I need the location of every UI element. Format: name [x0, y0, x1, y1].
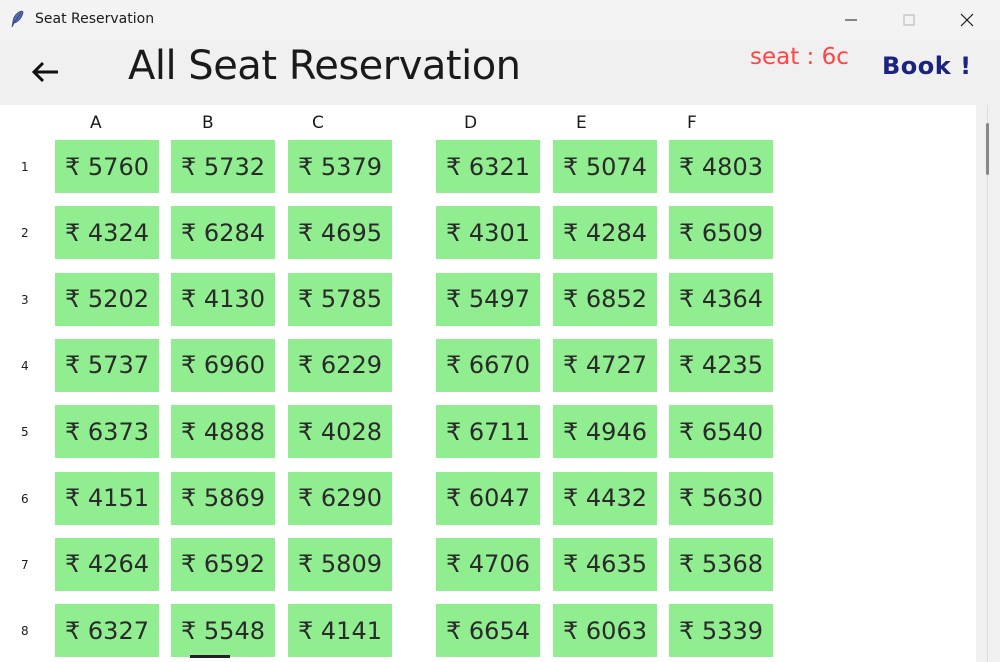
seat-button-6b[interactable]: ₹ 5869: [171, 471, 275, 525]
seat-button-6d[interactable]: ₹ 6047: [436, 471, 540, 525]
seat-button-3f[interactable]: ₹ 4364: [669, 272, 773, 326]
close-icon: [960, 13, 974, 27]
scroll-thumb[interactable]: [986, 123, 989, 175]
page-title: All Seat Reservation: [128, 43, 521, 89]
seat-button-8f[interactable]: ₹ 5339: [669, 604, 773, 658]
back-arrow-icon: [31, 61, 58, 83]
seat-button-4b[interactable]: ₹ 6960: [171, 338, 275, 392]
seat-button-4a[interactable]: ₹ 5737: [55, 338, 159, 392]
maximize-icon: [903, 14, 915, 26]
seat-button-5e[interactable]: ₹ 4946: [553, 405, 657, 459]
row-number-3: 3: [21, 292, 29, 307]
seat-button-3a[interactable]: ₹ 5202: [55, 272, 159, 326]
seat-button-2d[interactable]: ₹ 4301: [436, 206, 540, 260]
close-button[interactable]: [938, 0, 996, 39]
seat-button-8a[interactable]: ₹ 6327: [55, 604, 159, 658]
seat-button-2a[interactable]: ₹ 4324: [55, 206, 159, 260]
seat-button-6c[interactable]: ₹ 6290: [288, 471, 392, 525]
seat-button-1c[interactable]: ₹ 5379: [288, 140, 392, 193]
seat-button-5b[interactable]: ₹ 4888: [171, 405, 275, 459]
seat-button-4e[interactable]: ₹ 4727: [553, 338, 657, 392]
column-header-e: E: [576, 113, 587, 133]
seat-button-7c[interactable]: ₹ 5809: [288, 537, 392, 591]
row-number-7: 7: [21, 557, 29, 572]
stray-text-fragment: [190, 655, 230, 658]
seat-button-5f[interactable]: ₹ 6540: [669, 405, 773, 459]
feather-icon: [8, 9, 28, 29]
seat-grid: A B C D E F 1 ₹ 5760 ₹ 5732 ₹ 5379 ₹ 6321 ₹ 5074 ₹ 4…: [0, 105, 976, 662]
seat-button-3d[interactable]: ₹ 5497: [436, 272, 540, 326]
maximize-button[interactable]: [880, 0, 938, 39]
seat-button-8c[interactable]: ₹ 4141: [288, 604, 392, 658]
scroll-track: [987, 105, 988, 662]
seat-button-1d[interactable]: ₹ 6321: [436, 140, 540, 193]
seat-button-6a[interactable]: ₹ 4151: [55, 471, 159, 525]
minimize-icon: [845, 19, 857, 21]
seat-button-7d[interactable]: ₹ 4706: [436, 537, 540, 591]
window-title: Seat Reservation: [35, 11, 155, 27]
seat-button-5c[interactable]: ₹ 4028: [288, 405, 392, 459]
row-number-5: 5: [21, 425, 29, 440]
column-header-d: D: [464, 113, 478, 133]
seat-button-7b[interactable]: ₹ 6592: [171, 537, 275, 591]
seat-button-2b[interactable]: ₹ 6284: [171, 206, 275, 260]
seat-button-2c[interactable]: ₹ 4695: [288, 206, 392, 260]
minimize-button[interactable]: [822, 0, 880, 39]
row-number-2: 2: [21, 226, 29, 241]
seat-button-3b[interactable]: ₹ 4130: [171, 272, 275, 326]
row-number-4: 4: [21, 358, 29, 373]
seat-button-2f[interactable]: ₹ 6509: [669, 206, 773, 260]
seat-button-4f[interactable]: ₹ 4235: [669, 338, 773, 392]
seat-button-1e[interactable]: ₹ 5074: [553, 140, 657, 193]
seat-button-6f[interactable]: ₹ 5630: [669, 471, 773, 525]
seat-button-7e[interactable]: ₹ 4635: [553, 537, 657, 591]
seat-button-1a[interactable]: ₹ 5760: [55, 140, 159, 193]
seat-button-8e[interactable]: ₹ 6063: [553, 604, 657, 658]
seat-button-5d[interactable]: ₹ 6711: [436, 405, 540, 459]
row-number-8: 8: [21, 624, 29, 639]
column-header-f: F: [687, 113, 697, 133]
seat-button-1f[interactable]: ₹ 4803: [669, 140, 773, 193]
seat-button-8b[interactable]: ₹ 5548: [171, 604, 275, 658]
vertical-scrollbar[interactable]: [976, 105, 1000, 662]
seat-button-1b[interactable]: ₹ 5732: [171, 140, 275, 193]
seat-button-4c[interactable]: ₹ 6229: [288, 338, 392, 392]
seat-button-3c[interactable]: ₹ 5785: [288, 272, 392, 326]
title-bar: Seat Reservation: [0, 0, 1000, 39]
seat-button-7a[interactable]: ₹ 4264: [55, 537, 159, 591]
back-button[interactable]: [28, 55, 64, 89]
seat-button-3e[interactable]: ₹ 6852: [553, 272, 657, 326]
row-number-6: 6: [21, 491, 29, 506]
seat-button-6e[interactable]: ₹ 4432: [553, 471, 657, 525]
column-header-b: B: [202, 113, 214, 133]
book-button[interactable]: Book !: [882, 52, 972, 80]
row-number-1: 1: [21, 160, 29, 174]
seat-button-2e[interactable]: ₹ 4284: [553, 206, 657, 260]
seat-button-7f[interactable]: ₹ 5368: [669, 537, 773, 591]
seat-button-5a[interactable]: ₹ 6373: [55, 405, 159, 459]
column-header-a: A: [90, 113, 102, 133]
column-header-c: C: [312, 113, 324, 133]
selected-seat-label: seat : 6c: [750, 44, 849, 70]
seat-button-4d[interactable]: ₹ 6670: [436, 338, 540, 392]
seat-button-8d[interactable]: ₹ 6654: [436, 604, 540, 658]
